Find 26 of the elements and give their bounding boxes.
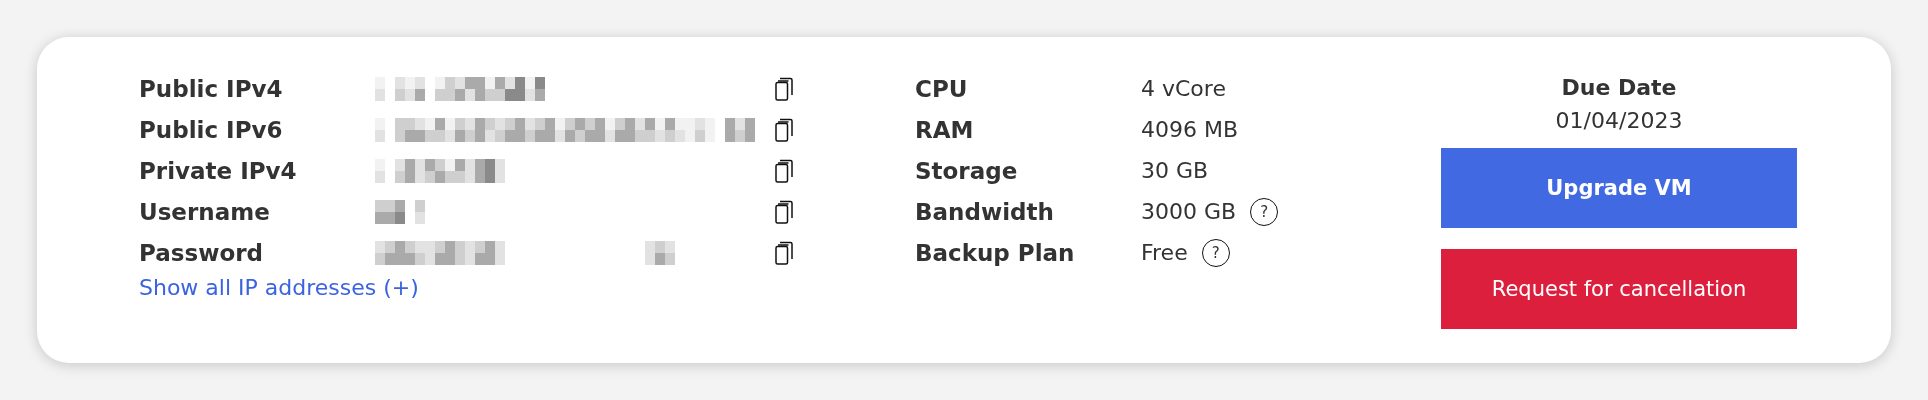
spec-label: RAM — [915, 116, 975, 143]
copy-icon[interactable] — [775, 240, 793, 265]
copy-icon[interactable] — [775, 117, 793, 142]
redacted-value — [375, 199, 425, 224]
field-label: Private IPv4 — [139, 157, 298, 184]
field-label: Username — [139, 198, 271, 225]
field-label: Public IPv6 — [139, 116, 284, 143]
spec-label: Storage — [915, 157, 1019, 184]
spec-value: 4 vCore — [1141, 76, 1226, 101]
due-date: 01/04/2023 — [1555, 107, 1683, 135]
spec-value: 30 GB — [1141, 158, 1209, 183]
spec-label: Bandwidth — [915, 198, 1055, 225]
show-ip-link[interactable]: Show all IP addresses (+) — [139, 275, 419, 300]
spec-value: Free — [1141, 240, 1188, 265]
field-label: Public IPv4 — [139, 75, 284, 102]
copy-icon[interactable] — [775, 199, 793, 224]
field-label: Password — [139, 239, 264, 266]
spec-value: 3000 GB — [1141, 199, 1237, 224]
due-date-label: Due Date — [1561, 74, 1677, 102]
spec-label: Backup Plan — [915, 239, 1076, 266]
spec-label: CPU — [915, 75, 969, 102]
copy-icon[interactable] — [775, 158, 793, 183]
copy-icon[interactable] — [775, 76, 793, 101]
cancel-button[interactable]: Request for cancellation — [1441, 249, 1797, 329]
spec-value: 4096 MB — [1141, 117, 1239, 142]
upgrade-button[interactable]: Upgrade VM — [1441, 148, 1797, 228]
